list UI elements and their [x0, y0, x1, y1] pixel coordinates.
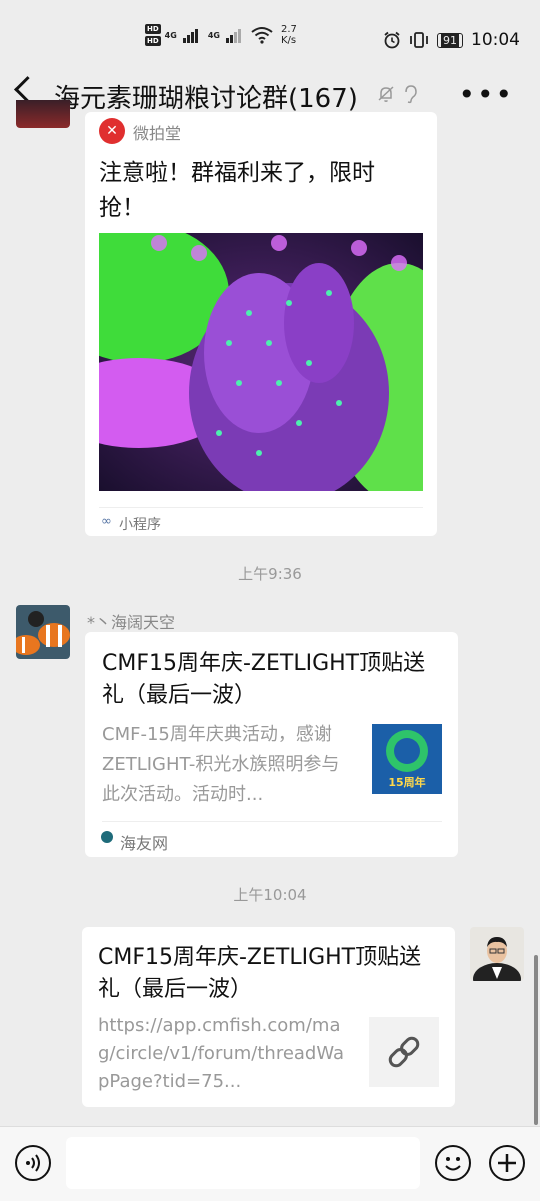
- site-icon: [101, 831, 113, 843]
- hd-badge: HD: [145, 24, 161, 34]
- network-label: 4G: [164, 30, 177, 40]
- timestamp: 上午9:36: [238, 565, 302, 583]
- link-title: CMF15周年庆-ZETLIGHT顶贴送礼（最后一波）: [102, 651, 426, 708]
- mini-program-card[interactable]: ✕ 微拍堂 注意啦！群福利来了，限时抢！ ∞ 小程序: [85, 112, 437, 536]
- emoji-button[interactable]: [435, 1145, 471, 1181]
- mini-program-icon: ∞: [101, 514, 112, 529]
- chat-title: 海元素珊瑚粮讨论群(167): [54, 84, 358, 114]
- card-headline: 注意啦！群福利来了，限时抢！: [99, 160, 375, 221]
- alarm-icon: [384, 31, 400, 49]
- link-url: https://app.cmfish.com/mag/circle/v1/for…: [98, 1015, 345, 1092]
- link-thumbnail: 15周年: [372, 724, 442, 794]
- my-avatar[interactable]: [470, 927, 524, 981]
- sender-avatar[interactable]: [16, 100, 70, 128]
- signal-icon: [225, 27, 241, 43]
- network-label: 4G: [207, 30, 220, 40]
- sender-name: *丶海阔天空: [87, 613, 176, 632]
- voice-input-button[interactable]: [15, 1145, 51, 1181]
- plus-icon: [498, 1154, 516, 1172]
- back-arrow-icon[interactable]: [14, 76, 41, 103]
- add-more-button[interactable]: [489, 1145, 525, 1181]
- vibrate-icon: [410, 32, 428, 48]
- message-input[interactable]: [66, 1137, 420, 1189]
- link-icon: [388, 1036, 420, 1068]
- link-thumbnail: [369, 1017, 439, 1087]
- emoji-icon: [445, 1157, 461, 1171]
- link-card[interactable]: CMF15周年庆-ZETLIGHT顶贴送礼（最后一波） https://app.…: [82, 927, 455, 1107]
- thumbnail-label: 15周年: [388, 776, 426, 789]
- scrollbar[interactable]: [534, 955, 538, 1125]
- muted-bell-icon: [378, 86, 394, 102]
- wifi-icon: [251, 27, 273, 44]
- status-bar: HD HD 4G 4G 2.7 K/s 91 10:04: [0, 0, 540, 60]
- clock: 10:04: [471, 30, 520, 50]
- input-bar: [0, 1126, 540, 1201]
- source-name: 微拍堂: [133, 124, 182, 143]
- link-card[interactable]: CMF15周年庆-ZETLIGHT顶贴送礼（最后一波） CMF-15周年庆典活动…: [85, 632, 458, 857]
- earpiece-icon: [405, 85, 417, 104]
- hd-badges: HD HD: [145, 24, 161, 46]
- network-speed: 2.7 K/s: [280, 24, 297, 46]
- timestamp: 上午10:04: [233, 886, 307, 904]
- signal-icon: [182, 27, 198, 43]
- source-logo-icon: ✕: [99, 118, 125, 144]
- more-options-icon[interactable]: •••: [458, 78, 514, 111]
- sender-avatar[interactable]: [16, 605, 70, 659]
- battery-icon: 91: [437, 32, 463, 48]
- hd-badge: HD: [145, 36, 161, 46]
- link-title: CMF15周年庆-ZETLIGHT顶贴送礼（最后一波）: [98, 945, 422, 1002]
- voice-icon: [26, 1154, 40, 1172]
- coral-image: [99, 233, 423, 491]
- card-footer: 小程序: [119, 517, 161, 533]
- link-description: CMF-15周年庆典活动，感谢ZETLIGHT-积光水族照明参与此次活动。活动时…: [102, 724, 340, 805]
- site-name: 海友网: [120, 834, 169, 853]
